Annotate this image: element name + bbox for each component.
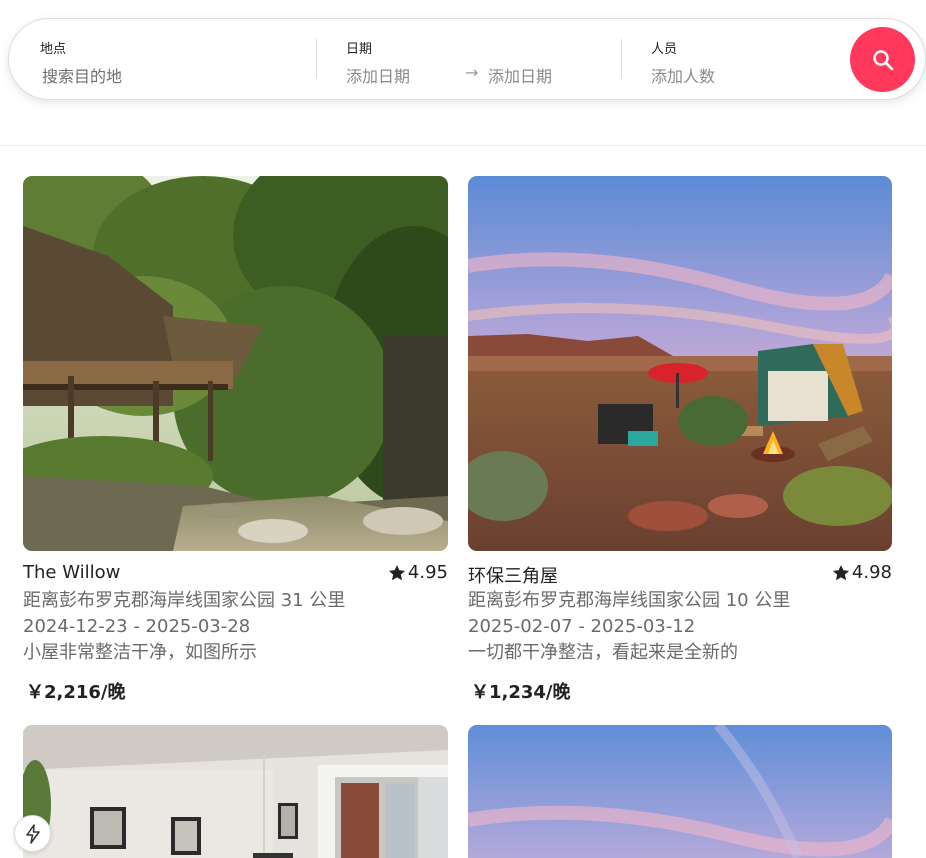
search-button[interactable] (850, 27, 915, 92)
listing-photo[interactable] (468, 176, 892, 551)
rating-value: 4.98 (851, 562, 892, 583)
listing-card[interactable]: 环保三角屋 4.98 距离彭布罗克郡海岸线国家公园 10 公里 2025-02-… (468, 176, 892, 704)
listing-rating: 4.98 (831, 562, 892, 583)
listing-price: ￥1,234/晚 (471, 682, 571, 703)
listing-review: 小屋非常整洁干净，如图所示 (23, 642, 257, 663)
listing-card[interactable] (468, 725, 892, 858)
guests-label: 人员 (651, 42, 678, 57)
location-input[interactable]: 搜索目的地 (42, 63, 122, 87)
location-label: 地点 (40, 42, 67, 57)
listing-title: 环保三角屋 (468, 566, 558, 587)
search-icon (872, 49, 893, 70)
search-bar: 地点 搜索目的地 日期 添加日期 → 添加日期 人员 添加人数 (8, 18, 926, 100)
listing-dates: 2025-02-07 - 2025-03-12 (468, 616, 696, 637)
listing-photo[interactable] (468, 725, 892, 858)
listing-distance: 距离彭布罗克郡海岸线国家公园 10 公里 (468, 590, 791, 611)
rating-value: 4.95 (407, 562, 448, 583)
guests-field[interactable]: 人员 添加人数 (621, 19, 846, 101)
lightning-icon (25, 823, 40, 844)
location-field[interactable]: 地点 搜索目的地 (9, 19, 316, 101)
listing-rating: 4.95 (387, 562, 448, 583)
header-divider (0, 145, 926, 146)
guests-input[interactable]: 添加人数 (651, 63, 715, 87)
star-icon (832, 564, 850, 580)
checkout-input[interactable]: 添加日期 (488, 63, 552, 87)
listing-review: 一切都干净整洁，看起来是全新的 (468, 642, 738, 663)
star-icon (388, 564, 406, 580)
checkin-input[interactable]: 添加日期 (346, 63, 410, 87)
listing-card[interactable]: The Willow 4.95 距离彭布罗克郡海岸线国家公园 31 公里 202… (23, 176, 448, 704)
listing-photo[interactable] (23, 176, 448, 551)
listing-title: The Willow (23, 562, 121, 583)
arrow-right-icon: → (465, 63, 479, 82)
listing-price: ￥2,216/晚 (26, 682, 126, 703)
listing-distance: 距离彭布罗克郡海岸线国家公园 31 公里 (23, 590, 346, 611)
dates-field[interactable]: 日期 添加日期 → 添加日期 (316, 19, 621, 101)
lightning-button[interactable] (14, 815, 51, 852)
listing-photo[interactable] (23, 725, 448, 858)
listing-dates: 2024-12-23 - 2025-03-28 (23, 616, 251, 637)
dates-label: 日期 (346, 42, 373, 57)
listing-card[interactable] (23, 725, 448, 858)
